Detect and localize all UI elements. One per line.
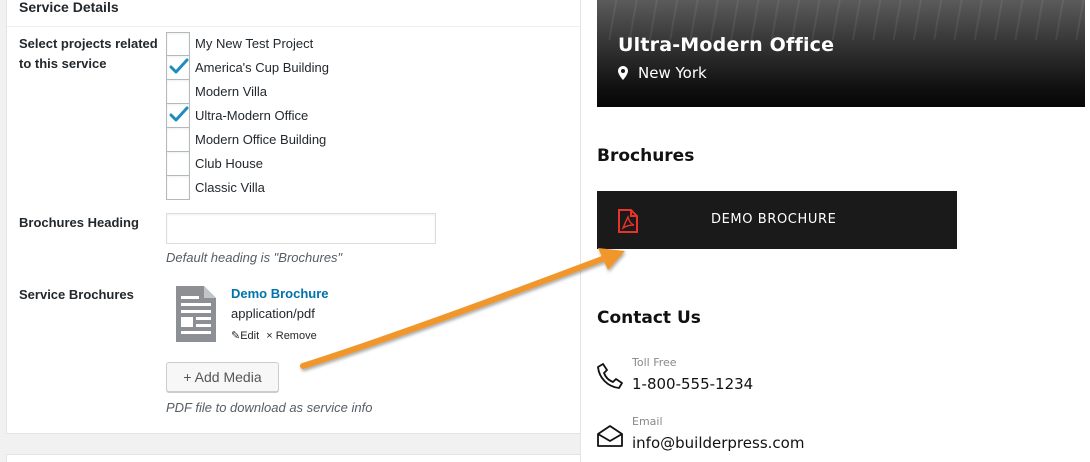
email-address[interactable]: info@builderpress.com [632,434,804,452]
file-actions: ✎Edit × Remove [231,329,317,342]
project-label: Modern Villa [195,84,268,99]
demo-brochure-label: DEMO BROCHURE [711,212,837,227]
pencil-icon: ✎ [231,330,241,342]
project-label: Modern Office Building [195,132,327,147]
project-checkbox[interactable] [166,80,190,104]
toll-free-number[interactable]: 1-800-555-1234 [632,375,753,393]
metabox-title: Service Details [19,0,119,15]
checkmark-icon [169,106,189,122]
project-label: Club House [195,156,263,171]
metabox-header: Service Details [7,0,597,27]
project-label: America's Cup Building [195,60,329,75]
project-checkbox[interactable] [166,152,190,176]
projects-field-label: Select projects related to this service [19,34,158,74]
envelope-icon [597,425,623,447]
project-label: My New Test Project [195,36,314,51]
project-label: Classic Villa [195,180,265,195]
remove-file-button[interactable]: × Remove [266,330,316,342]
file-name-link[interactable]: Demo Brochure [231,286,329,301]
phone-icon [597,363,623,389]
map-pin-icon [618,66,628,80]
project-checkbox[interactable] [166,176,190,200]
frontend-preview-panel: Ultra-Modern Office New York Brochures D… [580,0,1090,462]
brochures-heading-label: Brochures Heading [19,215,139,230]
demo-brochure-button[interactable]: DEMO BROCHURE [597,191,957,249]
brochures-heading-description: Default heading is "Brochures" [166,250,343,265]
edit-file-button[interactable]: ✎Edit [231,330,259,342]
remove-label: Remove [275,330,317,342]
project-label: Ultra-Modern Office [195,108,309,123]
toll-free-label: Toll Free [632,356,677,369]
project-checkbox[interactable] [166,128,190,152]
project-hero-card[interactable]: Ultra-Modern Office New York [597,0,1085,107]
projects-label-line1: Select projects related [19,36,158,51]
projects-label-line2: to this service [19,56,107,71]
project-checkbox[interactable] [166,56,190,80]
edit-label: Edit [240,330,260,342]
service-brochures-description: PDF file to download as service info [166,400,373,415]
brochures-heading-input[interactable] [166,213,436,244]
contact-us-heading: Contact Us [597,308,701,328]
pdf-icon [618,209,638,233]
close-icon: × [266,330,273,342]
document-icon [176,286,216,342]
project-checkbox[interactable] [166,32,190,56]
hero-location: New York [638,64,707,82]
service-brochures-label: Service Brochures [19,287,134,302]
project-checkbox[interactable] [166,104,190,128]
hero-title: Ultra-Modern Office [618,34,835,56]
checkmark-icon [169,58,189,74]
brochures-heading: Brochures [597,146,695,166]
email-label: Email [632,415,663,428]
file-mime-type: application/pdf [231,306,315,321]
add-media-button[interactable]: + Add Media [166,362,279,392]
next-metabox [6,454,598,462]
